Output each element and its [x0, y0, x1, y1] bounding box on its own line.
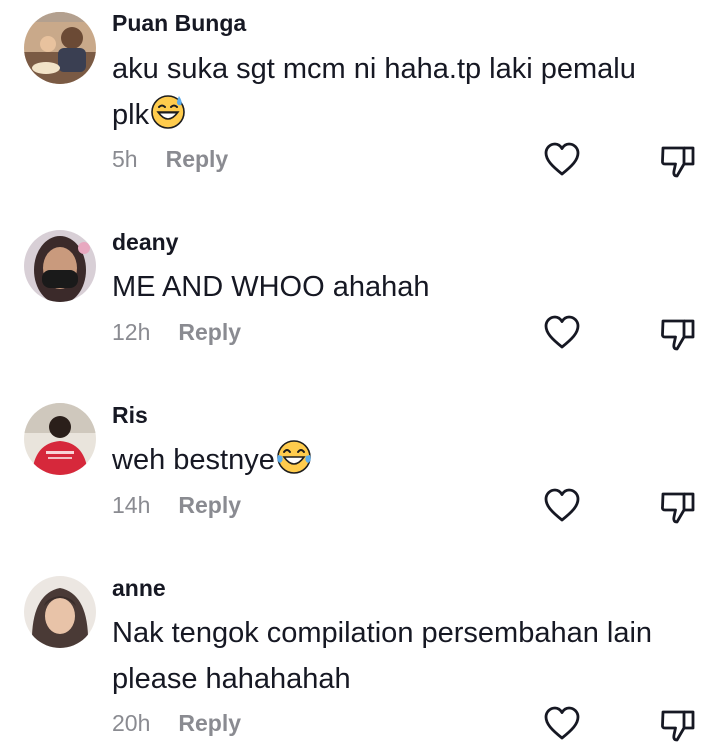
- comment-text: weh bestnye: [112, 437, 672, 483]
- avatar[interactable]: [24, 12, 96, 84]
- sweat-smile-emoji-icon: [150, 94, 186, 130]
- comment-meta: 12h Reply: [112, 319, 241, 346]
- like-button[interactable]: [542, 313, 582, 353]
- comment-username[interactable]: Ris: [112, 402, 148, 429]
- comment-timestamp: 12h: [112, 319, 151, 345]
- comment-username[interactable]: anne: [112, 575, 166, 602]
- comment-meta: 5h Reply: [112, 146, 228, 173]
- avatar[interactable]: [24, 403, 96, 475]
- thumbs-down-outline-icon: [661, 492, 695, 524]
- dislike-button[interactable]: [658, 486, 698, 526]
- dislike-button[interactable]: [658, 704, 698, 744]
- like-button[interactable]: [542, 140, 582, 180]
- thumbs-down-outline-icon: [661, 710, 695, 742]
- comment-text-content: weh bestnye: [112, 444, 275, 476]
- comment-text-content: aku suka sgt mcm ni haha.tp laki pemalu …: [112, 53, 636, 131]
- heart-outline-icon: [544, 142, 580, 176]
- comment-text: Nak tengok compilation persembahan lain …: [112, 617, 653, 695]
- heart-outline-icon: [544, 488, 580, 522]
- like-button[interactable]: [542, 704, 582, 744]
- tears-of-joy-emoji-icon: [276, 439, 312, 475]
- dislike-button[interactable]: [658, 140, 698, 180]
- comment-timestamp: 5h: [112, 146, 138, 172]
- comment-text: aku suka sgt mcm ni haha.tp laki pemalu …: [112, 46, 672, 138]
- heart-outline-icon: [544, 706, 580, 740]
- thumbs-down-outline-icon: [661, 319, 695, 351]
- like-button[interactable]: [542, 486, 582, 526]
- reply-button[interactable]: Reply: [178, 319, 241, 346]
- comment-meta: 20h Reply: [112, 710, 241, 737]
- comment-timestamp: 20h: [112, 710, 151, 736]
- avatar[interactable]: [24, 576, 96, 648]
- comment-timestamp: 14h: [112, 492, 151, 518]
- reply-button[interactable]: Reply: [166, 146, 229, 173]
- dislike-button[interactable]: [658, 313, 698, 353]
- comment-text: ME AND WHOO ahahah: [112, 271, 430, 303]
- comment-username[interactable]: Puan Bunga: [112, 10, 246, 37]
- reply-button[interactable]: Reply: [178, 492, 241, 519]
- heart-outline-icon: [544, 315, 580, 349]
- avatar[interactable]: [24, 230, 96, 302]
- comment-meta: 14h Reply: [112, 492, 241, 519]
- reply-button[interactable]: Reply: [178, 710, 241, 737]
- comment-username[interactable]: deany: [112, 229, 178, 256]
- thumbs-down-outline-icon: [661, 146, 695, 178]
